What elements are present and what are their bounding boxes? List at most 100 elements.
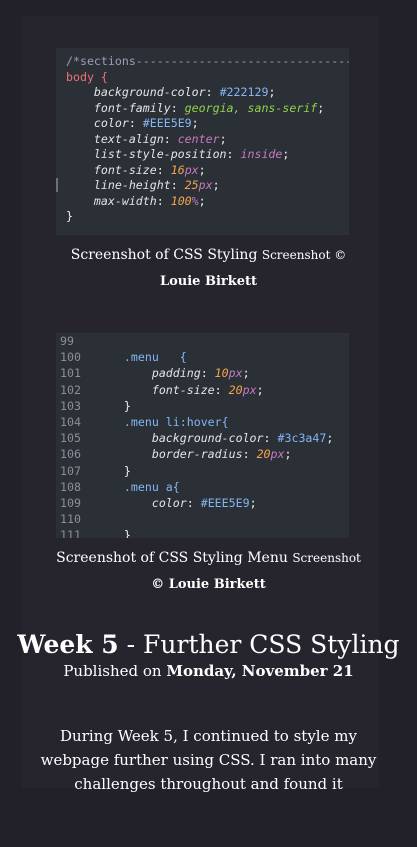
code-line: 100 .menu {: [56, 349, 349, 365]
code-semicolon: ;: [268, 85, 276, 99]
code-value: 16: [170, 162, 185, 177]
line-number: 109: [60, 495, 81, 510]
code-selector: .menu a{: [96, 479, 180, 494]
code-line: /*sections------------------------------…: [66, 54, 349, 70]
code-value: #EEE5E9: [142, 116, 192, 130]
code-property: background-color: [66, 85, 206, 99]
code-line: 110: [56, 511, 349, 527]
post-title: Week 5 - Further CSS Styling: [0, 630, 417, 659]
line-number: 102: [60, 382, 81, 397]
line-number: 105: [60, 431, 81, 446]
code-colon: :: [214, 382, 229, 397]
code-value: 20: [228, 382, 243, 397]
code-semicolon: ;: [326, 431, 334, 446]
caption-2-author: © Louie Birkett: [151, 577, 266, 592]
code-line: 104 .menu li:hover{: [56, 414, 349, 430]
line-number: 101: [60, 366, 81, 381]
code-colon: :: [170, 100, 185, 115]
code-colon: :: [205, 85, 220, 99]
code-unit: px: [184, 162, 199, 177]
code-brace: }: [96, 463, 131, 478]
code-line: 99: [56, 333, 349, 349]
code-line: 111 }: [56, 527, 349, 538]
line-number: 106: [60, 447, 81, 462]
code-brace: }: [96, 398, 131, 413]
published-line: Published on Monday, November 21: [0, 662, 417, 680]
code-property: font-size: [66, 162, 157, 177]
published-prefix: Published on: [63, 662, 167, 680]
code-selector: body {: [66, 69, 108, 84]
code-property: font-size: [96, 382, 215, 397]
code-line: font-family: georgia, sans-serif;: [66, 101, 349, 117]
code-line: 108 .menu a{: [56, 479, 349, 495]
code-value: #222129: [219, 85, 269, 99]
code-property: font-family: [66, 100, 171, 115]
code-value: inside: [240, 147, 283, 161]
code-semicolon: ;: [256, 382, 264, 397]
caption-2-main: Screenshot of CSS Styling Menu: [56, 550, 288, 566]
line-number: 110: [60, 512, 81, 527]
code-property: color: [96, 495, 187, 510]
post-body: During Week 5, I continued to style my w…: [40, 727, 377, 793]
code-property: list-style-position: [66, 147, 227, 161]
code-value: 100: [170, 193, 192, 208]
code-property: color: [66, 116, 129, 130]
code-selector: .menu li:hover{: [96, 414, 229, 429]
code-colon: :: [200, 366, 215, 381]
line-number: 99: [60, 334, 74, 348]
code-semicolon: ;: [249, 495, 257, 510]
code-colon: :: [242, 447, 257, 462]
code-value: 10: [214, 366, 229, 381]
gutter-marker: [56, 178, 58, 192]
code-colon: :: [128, 116, 143, 130]
css-code-screenshot-1: /*sections------------------------------…: [56, 48, 349, 235]
code-comment: /*sections------------------------------…: [66, 54, 349, 68]
code-selector: .menu {: [96, 350, 187, 365]
code-line: }: [66, 209, 349, 225]
code-line: color: #EEE5E9;: [66, 116, 349, 132]
code-line: 105 background-color: #3c3a47;: [56, 430, 349, 446]
code-value: #EEE5E9: [200, 495, 250, 510]
code-brace: }: [66, 209, 73, 223]
code-semicolon: ;: [282, 147, 290, 161]
code-property: padding: [96, 366, 201, 381]
line-number: 104: [60, 414, 81, 429]
code-property: max-width: [66, 193, 157, 208]
line-number: 107: [60, 463, 81, 478]
css-code-screenshot-2: 99 100 .menu {101 padding: 10px; 102 font-…: [56, 333, 349, 538]
code-semicolon: ;: [284, 447, 292, 462]
code-line: list-style-position: inside;: [66, 147, 349, 163]
figure-caption-2: Screenshot of CSS Styling Menu Screensho…: [30, 545, 387, 598]
code-semicolon: ;: [212, 178, 220, 192]
code-property: background-color: [96, 431, 264, 446]
code-line: background-color: #222129;: [66, 85, 349, 101]
code-unit: px: [228, 366, 243, 381]
published-date: Monday, November 21: [166, 662, 354, 680]
code-property: text-align: [66, 131, 164, 146]
code-line: 101 padding: 10px;: [56, 365, 349, 381]
code-unit: %: [191, 193, 199, 208]
week-label: Week 5: [17, 630, 119, 659]
line-number: 100: [60, 350, 81, 365]
code-colon: :: [163, 131, 178, 146]
code-line: max-width: 100%;: [66, 194, 349, 210]
title-rest: - Further CSS Styling: [118, 630, 400, 659]
code-value: #3c3a47: [277, 431, 327, 446]
code-unit: px: [198, 178, 213, 192]
code-line: 103 }: [56, 398, 349, 414]
code-line: line-height: 25px;: [66, 178, 349, 194]
code-value: 25: [184, 178, 199, 192]
code-semicolon: ;: [191, 116, 199, 130]
code-semicolon: ;: [198, 162, 206, 177]
code-unit: px: [242, 382, 257, 397]
code-semicolon: ;: [242, 366, 250, 381]
code-semicolon: ;: [198, 193, 206, 208]
line-number: 111: [60, 528, 81, 538]
code-colon: :: [170, 178, 185, 192]
code-colon: :: [156, 162, 171, 177]
code-semicolon: ;: [317, 100, 325, 115]
code-value: georgia, sans-serif: [184, 100, 318, 115]
code-value: center: [177, 131, 220, 146]
code-colon: :: [156, 193, 171, 208]
caption-1-author: Louie Birkett: [159, 274, 258, 289]
